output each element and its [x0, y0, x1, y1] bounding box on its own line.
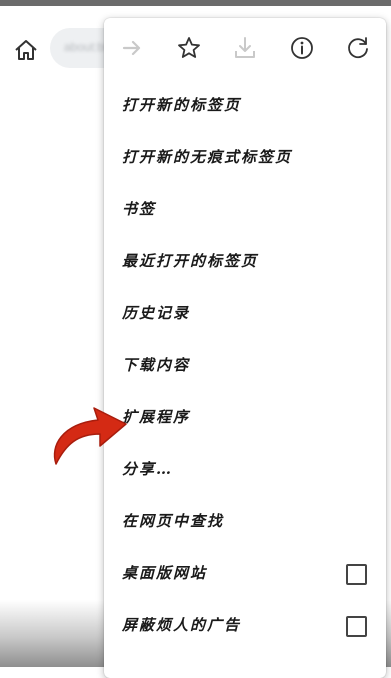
menu-item-desktop-site[interactable]: 桌面版网站: [122, 556, 207, 590]
desktop-site-checkbox[interactable]: [346, 564, 367, 585]
forward-icon[interactable]: [118, 34, 146, 62]
download-icon[interactable]: [231, 34, 259, 62]
menu-item-block-ads[interactable]: 屏蔽烦人的广告: [122, 608, 241, 642]
bookmark-star-icon[interactable]: [175, 34, 203, 62]
menu-item-find-in-page[interactable]: 在网页中查找: [122, 504, 224, 538]
info-icon[interactable]: [288, 34, 316, 62]
overflow-menu: 打开新的标签页 打开新的无痕式标签页 书签 最近打开的标签页 历史记录 下载内容…: [104, 18, 386, 678]
menu-item-downloads[interactable]: 下载内容: [122, 348, 190, 382]
block-ads-checkbox[interactable]: [346, 616, 367, 637]
red-arrow-indicator: [44, 402, 134, 470]
menu-item-new-incognito-tab[interactable]: 打开新的无痕式标签页: [122, 140, 292, 174]
menu-item-recent-tabs[interactable]: 最近打开的标签页: [122, 244, 258, 278]
menu-icon-row: [104, 18, 386, 78]
menu-item-bookmarks[interactable]: 书签: [122, 192, 156, 226]
menu-item-new-tab[interactable]: 打开新的标签页: [122, 88, 241, 122]
home-icon[interactable]: [12, 36, 40, 64]
reload-icon[interactable]: [344, 34, 372, 62]
menu-item-history[interactable]: 历史记录: [122, 296, 190, 330]
